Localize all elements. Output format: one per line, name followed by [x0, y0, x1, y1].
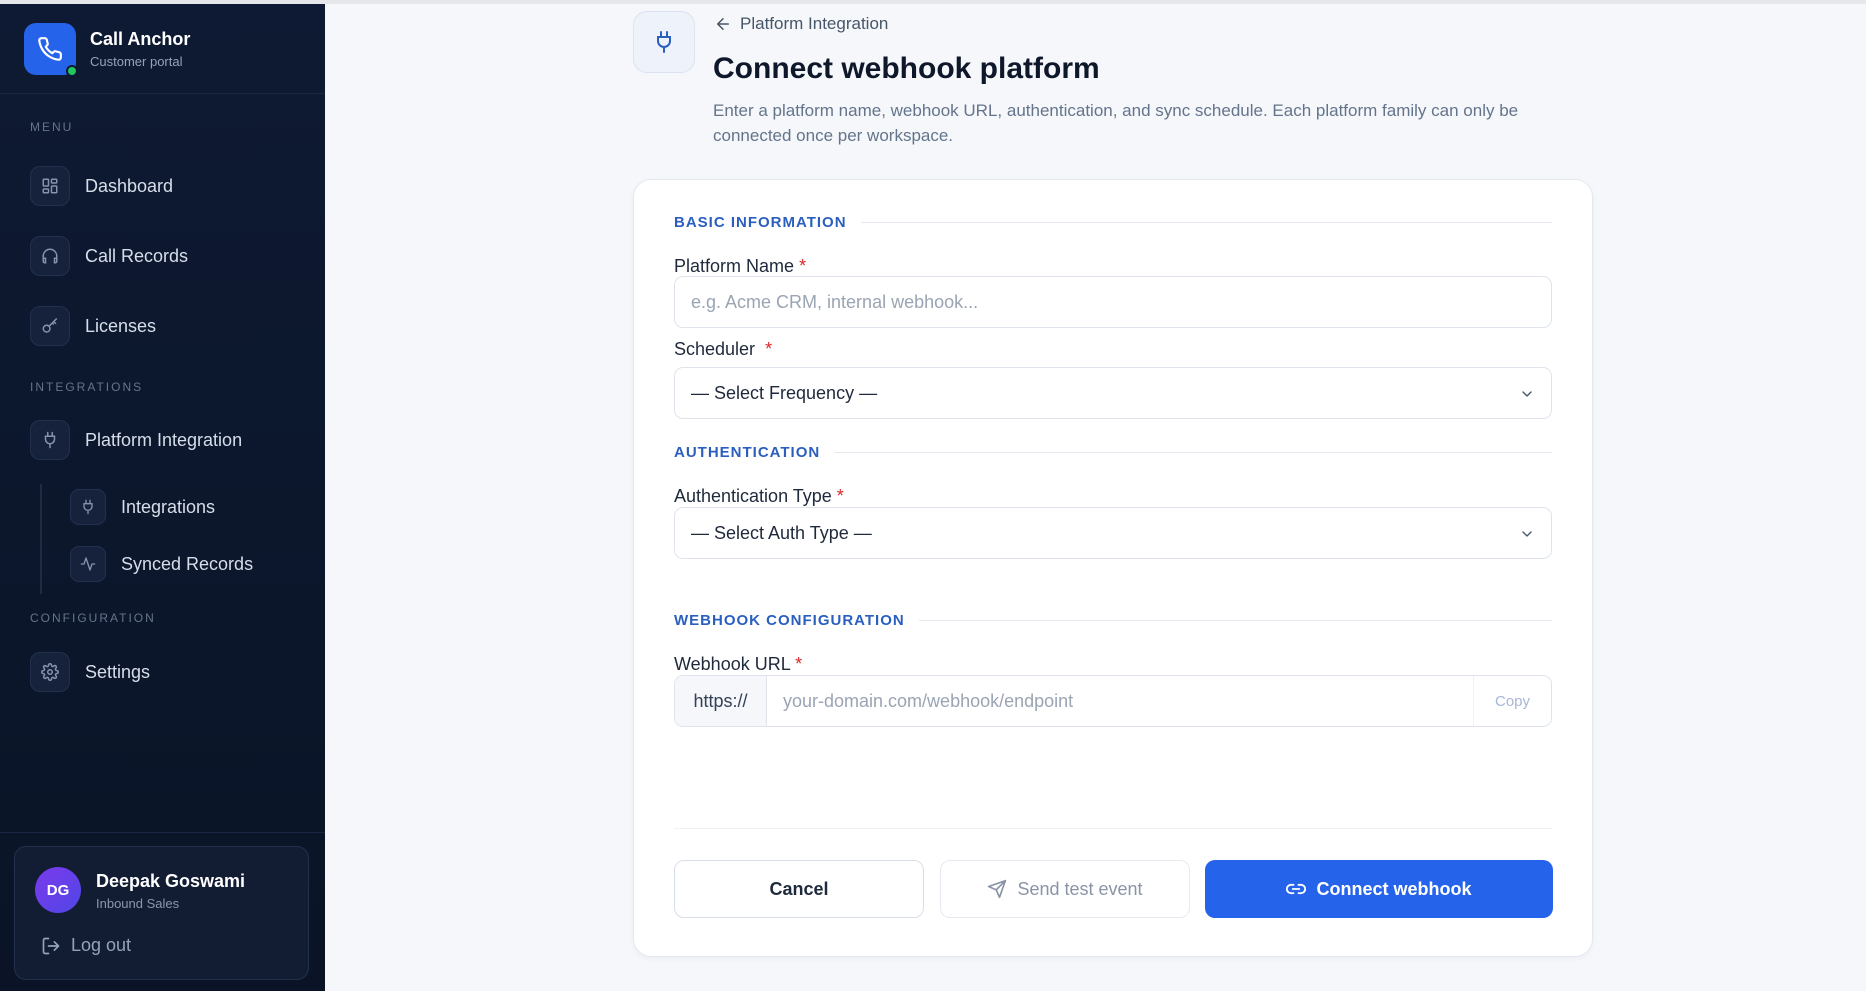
back-link[interactable]: Platform Integration	[714, 14, 888, 34]
sidebar-item-label: Synced Records	[121, 553, 254, 574]
auth-type-label: Authentication Type *	[674, 486, 844, 507]
logout-label: Log out	[71, 935, 132, 955]
platform-name-placeholder: e.g. Acme CRM, internal webhook...	[691, 291, 979, 312]
plug-icon	[30, 420, 70, 460]
sidebar-item-label: Call Records	[85, 245, 189, 266]
required-mark: *	[795, 654, 803, 674]
section-label-configuration: CONFIGURATION	[30, 611, 156, 625]
label-text: Scheduler	[674, 339, 756, 359]
webhook-url-group: https:// your-domain.com/webhook/endpoin…	[674, 675, 1552, 727]
avatar[interactable]: DG	[35, 867, 81, 913]
section-label-integrations: INTEGRATIONS	[30, 380, 144, 394]
phone-icon	[24, 22, 78, 77]
plug-icon	[70, 489, 106, 525]
webhook-url-input[interactable]: your-domain.com/webhook/endpoint	[767, 676, 1473, 726]
auth-type-value: — Select Auth Type —	[691, 522, 872, 543]
section-label-menu: MENU	[30, 120, 74, 134]
url-prefix: https://	[675, 676, 767, 726]
label-text: Platform Name	[674, 256, 795, 276]
required-mark: *	[765, 339, 773, 359]
scheduler-select[interactable]: — Select Frequency —	[674, 367, 1552, 419]
logout-button[interactable]: Log out	[41, 935, 131, 956]
arrow-left-icon	[717, 18, 729, 30]
user-card: DG Deepak Goswami Inbound Sales Log out	[14, 846, 309, 980]
link-icon	[1286, 883, 1307, 895]
copy-button[interactable]: Copy	[1473, 676, 1551, 726]
label-text: Webhook URL	[674, 654, 791, 674]
sidebar-item-label: Licenses	[85, 315, 157, 336]
sidebar-item-platform-integration[interactable]: Platform Integration	[30, 419, 242, 461]
user-name: Deepak Goswami	[96, 871, 246, 891]
button-label: Connect webhook	[1316, 878, 1472, 899]
auth-type-select[interactable]: — Select Auth Type —	[674, 507, 1552, 559]
gear-icon	[30, 652, 70, 692]
sidebar-item-dashboard[interactable]: Dashboard	[30, 165, 173, 207]
section-title: BASIC INFORMATION	[674, 214, 847, 231]
back-link-label: Platform Integration	[740, 14, 889, 33]
key-icon	[30, 306, 70, 346]
sidebar-item-licenses[interactable]: Licenses	[30, 305, 156, 347]
send-icon	[988, 879, 1007, 899]
sidebar-item-call-records[interactable]: Call Records	[30, 235, 188, 277]
webhook-url-label: Webhook URL *	[674, 654, 802, 675]
section-divider	[860, 222, 1552, 223]
sidebar-item-label: Integrations	[121, 496, 216, 517]
activity-icon	[70, 546, 106, 582]
scheduler-value: — Select Frequency —	[691, 382, 878, 403]
plug-icon	[633, 11, 695, 73]
platform-name-label: Platform Name *	[674, 256, 806, 277]
logout-icon	[42, 937, 60, 954]
sidebar-item-label: Settings	[85, 661, 151, 682]
required-mark: *	[836, 486, 844, 506]
page-title: Connect webhook platform	[713, 52, 1100, 85]
section-divider	[918, 620, 1552, 621]
platform-name-input[interactable]: e.g. Acme CRM, internal webhook...	[674, 276, 1552, 328]
divider	[0, 832, 325, 833]
divider	[674, 828, 1552, 829]
sidebar-item-settings[interactable]: Settings	[30, 651, 150, 693]
section-title: AUTHENTICATION	[674, 444, 821, 461]
form-card: BASIC INFORMATION Platform Name * e.g. A…	[633, 179, 1593, 957]
scheduler-label: Scheduler *	[674, 339, 772, 360]
button-label: Send test event	[1017, 878, 1143, 899]
section-webhook-configuration: WEBHOOK CONFIGURATION	[674, 612, 1552, 629]
section-title: WEBHOOK CONFIGURATION	[674, 612, 905, 629]
label-text: Authentication Type	[674, 486, 832, 506]
sidebar-item-integrations[interactable]: Integrations	[70, 486, 215, 528]
sidebar-item-label: Dashboard	[85, 175, 174, 196]
required-mark: *	[799, 256, 807, 276]
chevron-down-icon	[1522, 531, 1532, 537]
brand-subtitle: Customer portal	[90, 53, 183, 69]
section-basic-information: BASIC INFORMATION	[674, 214, 1552, 231]
connect-webhook-button[interactable]: Connect webhook	[1205, 860, 1553, 918]
page-description: Enter a platform name, webhook URL, auth…	[713, 101, 1519, 145]
sidebar: Call Anchor Customer portal MENU Dashboa…	[0, 4, 325, 991]
section-authentication: AUTHENTICATION	[674, 444, 1552, 461]
brand-title: Call Anchor	[90, 28, 191, 49]
send-test-event-button[interactable]: Send test event	[940, 860, 1190, 918]
sidebar-item-label: Platform Integration	[85, 429, 243, 450]
grid-icon	[30, 166, 70, 206]
headphones-icon	[30, 236, 70, 276]
brand[interactable]: Call Anchor Customer portal	[0, 4, 325, 94]
section-divider	[834, 452, 1552, 453]
cancel-button[interactable]: Cancel	[674, 860, 924, 918]
chevron-down-icon	[1522, 391, 1532, 397]
online-indicator	[66, 64, 78, 77]
sidebar-item-synced-records[interactable]: Synced Records	[70, 543, 253, 585]
submenu-line	[40, 484, 42, 594]
user-role: Inbound Sales	[96, 896, 180, 911]
